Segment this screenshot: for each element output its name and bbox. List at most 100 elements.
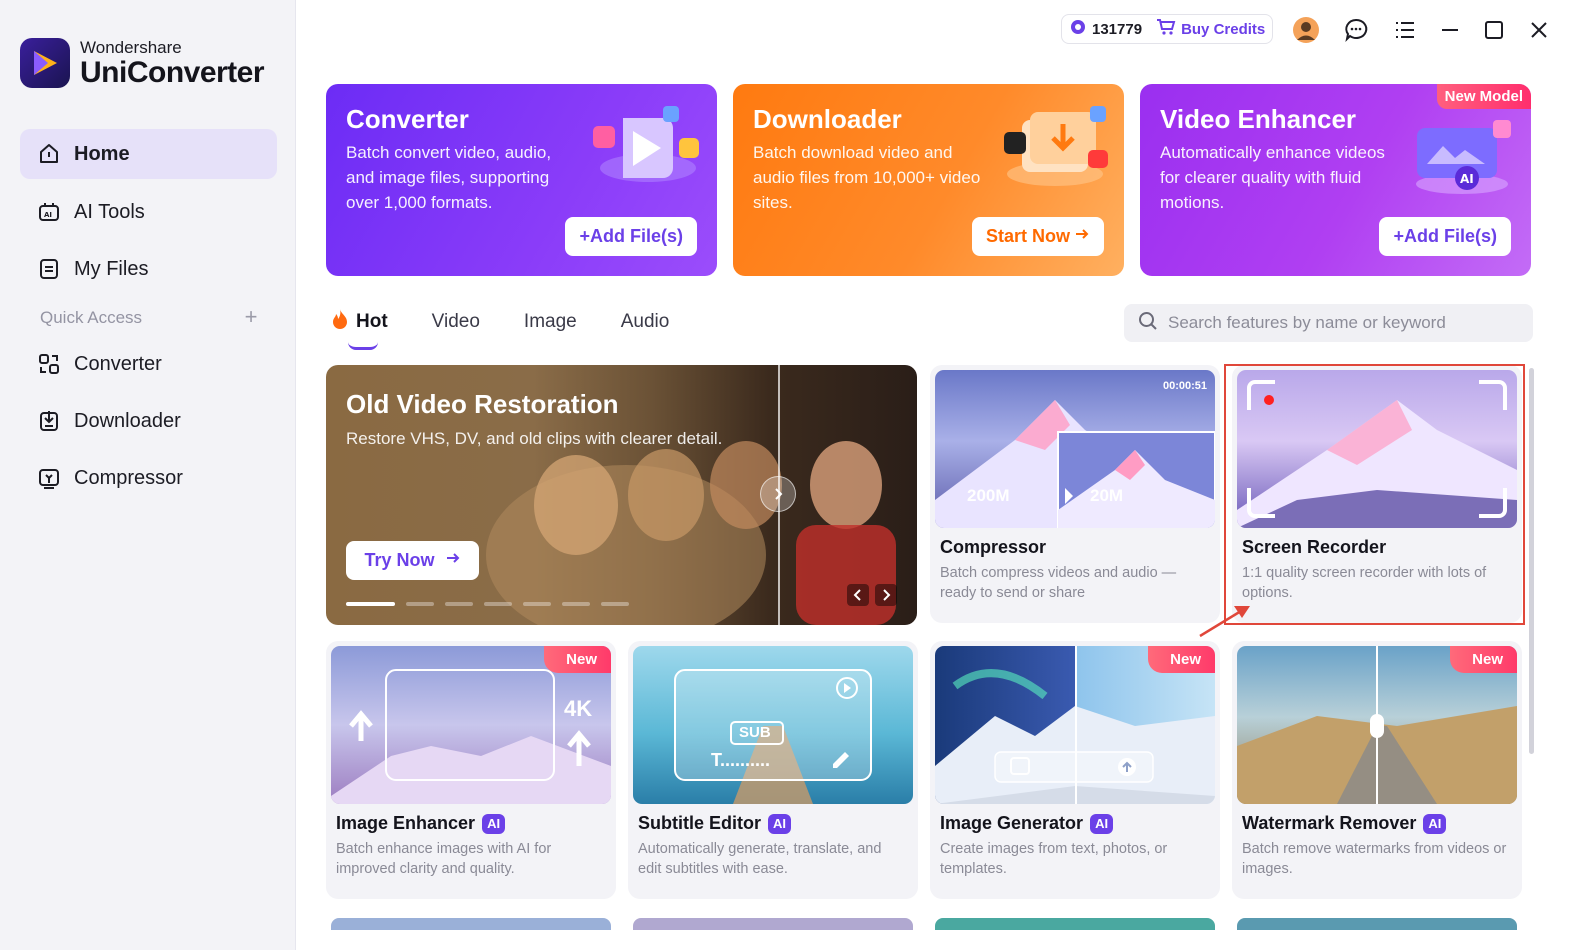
carousel-dot[interactable]	[484, 602, 512, 606]
tab-image[interactable]: Image	[524, 311, 577, 333]
card-title: Watermark Remover AI	[1242, 813, 1447, 834]
sub-label: SUB	[739, 724, 771, 741]
card-title: Compressor	[940, 537, 1047, 557]
my-files-icon	[36, 256, 62, 282]
video-enhancer-illustration-icon: AI	[1407, 114, 1517, 204]
downloader-illustration-icon	[1000, 106, 1110, 196]
carousel-dots	[346, 602, 640, 606]
svg-text:AI: AI	[44, 211, 52, 219]
sidebar-item-label: AI Tools	[74, 200, 145, 223]
brand: Wondershare UniConverter	[20, 38, 265, 88]
next-row-card-preview	[1237, 918, 1517, 930]
hero-title: Converter	[346, 104, 469, 134]
new-model-badge: New Model	[1436, 84, 1531, 109]
search-icon	[1138, 311, 1158, 336]
try-now-label: Try Now	[364, 550, 435, 570]
sidebar-item-home[interactable]: Home	[20, 129, 277, 179]
card-desc: Batch remove watermarks from videos or i…	[1242, 841, 1507, 877]
new-badge: New	[544, 646, 611, 673]
carousel-dot[interactable]	[523, 602, 551, 606]
add-quick-access-button[interactable]: +	[240, 304, 262, 329]
carousel-dot[interactable]	[346, 602, 395, 606]
card-title-text: Image Enhancer	[336, 813, 476, 833]
tab-label: Hot	[356, 311, 388, 332]
card-desc: Batch compress videos and audio — ready …	[940, 565, 1177, 601]
carousel-dot[interactable]	[445, 602, 473, 606]
sidebar-item-downloader[interactable]: Downloader	[20, 396, 277, 446]
ai-tools-icon: AI	[36, 199, 62, 225]
compressor-icon	[36, 465, 62, 491]
card-desc: Create images from text, photos, or temp…	[940, 841, 1168, 877]
user-avatar-icon[interactable]	[1292, 16, 1320, 44]
video-enhancer-add-files-button[interactable]: +Add File(s)	[1379, 217, 1511, 256]
image-enhancer-thumbnail: 4K New	[331, 646, 611, 804]
scrollbar[interactable]	[1529, 368, 1534, 754]
credits-pill: 131779 Buy Credits	[1061, 14, 1273, 44]
hero-desc: Automatically enhance videos for clearer…	[1160, 143, 1385, 212]
downloader-icon	[36, 408, 62, 434]
tab-audio[interactable]: Audio	[621, 311, 670, 333]
converter-illustration-icon	[593, 106, 703, 196]
downloader-start-now-button[interactable]: Start Now	[971, 217, 1104, 256]
home-icon	[36, 141, 62, 167]
ai-badge: AI	[768, 813, 791, 834]
try-now-button[interactable]: Try Now	[346, 541, 479, 580]
carousel-dot[interactable]	[406, 602, 434, 606]
subtitle-editor-thumbnail: SUB T..........	[633, 646, 913, 804]
pointer-arrow-icon	[1199, 606, 1250, 638]
screen-recorder-highlight	[1224, 364, 1525, 625]
converter-hero-card[interactable]: Converter Batch convert video, audio, an…	[326, 84, 717, 276]
cart-icon	[1156, 18, 1176, 40]
ai-badge: AI	[482, 813, 506, 834]
watermark-remover-card[interactable]: New Watermark Remover AI Batch remove wat…	[1232, 641, 1522, 899]
video-enhancer-hero-card[interactable]: New Model Video Enhancer Automatically e…	[1140, 84, 1531, 276]
carousel-prev-button[interactable]	[847, 584, 869, 606]
tab-hot[interactable]: Hot	[330, 308, 388, 350]
resolution-label: 4K	[564, 696, 593, 721]
card-title: Image Enhancer AI	[336, 813, 506, 834]
sidebar-item-compressor[interactable]: Compressor	[20, 453, 277, 503]
size-after: 20M	[1090, 486, 1124, 505]
compressor-thumbnail: 00:00:51 200M 20M	[935, 370, 1215, 528]
hero-desc: Batch convert video, audio, and image fi…	[346, 143, 552, 212]
banner-title: Old Video Restoration	[346, 389, 619, 419]
tab-video[interactable]: Video	[432, 311, 480, 333]
carousel-next-button[interactable]	[875, 584, 897, 606]
new-badge: New	[1148, 646, 1215, 673]
carousel-dot[interactable]	[562, 602, 590, 606]
hero-title: Downloader	[753, 104, 902, 134]
old-video-restoration-banner[interactable]: Old Video Restoration Restore VHS, DV, a…	[326, 365, 917, 625]
downloader-hero-card[interactable]: Downloader Batch download video and audi…	[733, 84, 1124, 276]
sidebar-item-converter[interactable]: Converter	[20, 339, 277, 389]
svg-text:AI: AI	[1460, 172, 1474, 186]
menu-list-icon[interactable]	[1391, 16, 1419, 44]
card-title: Subtitle Editor AI	[638, 813, 791, 834]
minimize-icon[interactable]	[1436, 16, 1464, 44]
close-icon[interactable]	[1525, 16, 1553, 44]
carousel-dot[interactable]	[601, 602, 629, 606]
next-row-card-preview	[633, 918, 913, 930]
new-badge: New	[1450, 646, 1517, 673]
credits-count: 131779	[1092, 20, 1143, 38]
sidebar-item-label: Downloader	[74, 409, 181, 432]
compressor-card[interactable]: 00:00:51 200M 20M Compressor Batch compr…	[930, 365, 1220, 623]
sidebar-item-label: My Files	[74, 257, 149, 280]
comparison-slider-handle[interactable]	[760, 476, 796, 512]
watermark-remover-thumbnail: New	[1237, 646, 1517, 804]
maximize-icon[interactable]	[1480, 16, 1508, 44]
sidebar-item-my-files[interactable]: My Files	[20, 244, 277, 294]
search-input[interactable]	[1168, 313, 1508, 333]
subtitle-editor-card[interactable]: SUB T.......... Subtitle Editor AI Automa…	[628, 641, 918, 899]
image-generator-card[interactable]: New Image Generator AI Create images from…	[930, 641, 1220, 899]
sidebar-item-label: Converter	[74, 352, 162, 375]
feedback-chat-icon[interactable]	[1342, 16, 1370, 44]
converter-add-files-button[interactable]: +Add File(s)	[565, 217, 697, 256]
size-before: 200M	[967, 486, 1010, 505]
buy-credits-button[interactable]: Buy Credits	[1156, 18, 1265, 40]
ai-badge: AI	[1090, 813, 1114, 834]
sidebar-item-ai-tools[interactable]: AI AI Tools	[20, 187, 277, 237]
image-generator-thumbnail: New	[935, 646, 1215, 804]
image-enhancer-card[interactable]: 4K New Image Enhancer AI Batch enhance im…	[326, 641, 616, 899]
banner-desc: Restore VHS, DV, and old clips with clea…	[346, 429, 723, 448]
arrow-right-icon	[445, 550, 461, 571]
